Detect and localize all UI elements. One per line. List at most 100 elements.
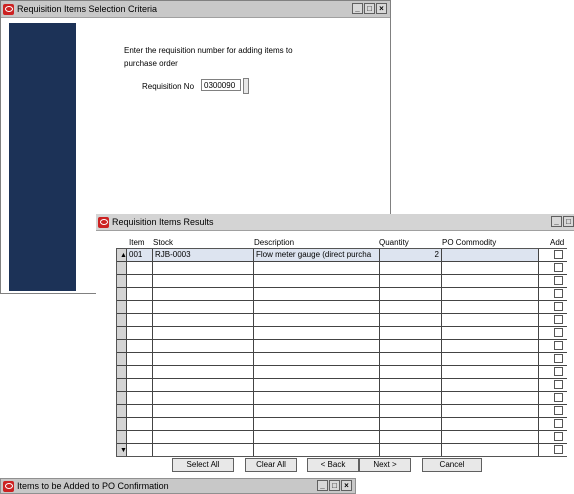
item-cell[interactable] xyxy=(126,431,152,443)
table-row[interactable] xyxy=(117,418,567,431)
minimize-button[interactable]: _ xyxy=(551,216,562,227)
description-cell[interactable] xyxy=(253,262,379,274)
close-button[interactable]: × xyxy=(341,480,352,491)
stock-cell[interactable] xyxy=(152,275,253,287)
po-commodity-cell[interactable] xyxy=(441,431,539,443)
description-cell[interactable] xyxy=(253,444,379,456)
add-checkbox[interactable] xyxy=(554,263,563,272)
add-checkbox[interactable] xyxy=(554,302,563,311)
item-cell[interactable] xyxy=(126,327,152,339)
item-cell[interactable] xyxy=(126,288,152,300)
item-cell[interactable] xyxy=(126,418,152,430)
po-commodity-cell[interactable] xyxy=(441,353,539,365)
table-row[interactable] xyxy=(117,340,567,353)
back-button[interactable]: < Back xyxy=(307,458,359,472)
item-cell[interactable]: 001 xyxy=(126,249,152,261)
po-commodity-cell[interactable] xyxy=(441,366,539,378)
add-checkbox[interactable] xyxy=(554,315,563,324)
stock-cell[interactable] xyxy=(152,379,253,391)
table-row[interactable]: ▲ 001 RJB-0003 Flow meter gauge (direct pur… xyxy=(117,249,567,262)
stock-cell[interactable] xyxy=(152,431,253,443)
stock-cell[interactable] xyxy=(152,392,253,404)
next-button[interactable]: Next > xyxy=(359,458,411,472)
close-button[interactable]: × xyxy=(376,3,387,14)
item-cell[interactable] xyxy=(126,301,152,313)
maximize-button[interactable]: □ xyxy=(364,3,375,14)
description-cell[interactable] xyxy=(253,405,379,417)
row-indicator[interactable] xyxy=(117,275,126,287)
description-cell[interactable] xyxy=(253,366,379,378)
scroll-up-arrow-icon[interactable]: ▲ xyxy=(119,252,126,259)
add-checkbox[interactable] xyxy=(554,289,563,298)
po-commodity-cell[interactable] xyxy=(441,275,539,287)
quantity-cell[interactable] xyxy=(379,379,441,391)
table-row[interactable] xyxy=(117,379,567,392)
table-row[interactable] xyxy=(117,405,567,418)
po-commodity-cell[interactable] xyxy=(441,301,539,313)
description-cell[interactable] xyxy=(253,418,379,430)
table-row[interactable] xyxy=(117,262,567,275)
add-checkbox[interactable] xyxy=(554,380,563,389)
quantity-cell[interactable] xyxy=(379,418,441,430)
quantity-cell[interactable] xyxy=(379,405,441,417)
item-cell[interactable] xyxy=(126,353,152,365)
po-commodity-cell[interactable] xyxy=(441,418,539,430)
quantity-cell[interactable] xyxy=(379,262,441,274)
requisition-lookup-button[interactable] xyxy=(243,78,249,94)
maximize-button[interactable]: □ xyxy=(329,480,340,491)
quantity-cell[interactable] xyxy=(379,366,441,378)
item-cell[interactable] xyxy=(126,379,152,391)
title-bar[interactable]: Requisition Items Results _ □ xyxy=(96,214,574,231)
description-cell[interactable] xyxy=(253,379,379,391)
po-commodity-cell[interactable] xyxy=(441,262,539,274)
po-commodity-cell[interactable] xyxy=(441,405,539,417)
table-row[interactable] xyxy=(117,431,567,444)
quantity-cell[interactable] xyxy=(379,301,441,313)
table-row[interactable] xyxy=(117,314,567,327)
description-cell[interactable] xyxy=(253,431,379,443)
item-cell[interactable] xyxy=(126,444,152,456)
minimize-button[interactable]: _ xyxy=(352,3,363,14)
row-indicator[interactable] xyxy=(117,418,126,430)
row-indicator[interactable] xyxy=(117,301,126,313)
po-commodity-cell[interactable] xyxy=(441,444,539,456)
stock-cell[interactable] xyxy=(152,314,253,326)
stock-cell[interactable] xyxy=(152,327,253,339)
title-bar[interactable]: Items to be Added to PO Confirmation _ □… xyxy=(1,479,355,493)
row-indicator[interactable]: ▼ xyxy=(117,444,126,456)
cancel-button[interactable]: Cancel xyxy=(422,458,482,472)
stock-cell[interactable] xyxy=(152,353,253,365)
row-indicator[interactable] xyxy=(117,392,126,404)
quantity-cell[interactable] xyxy=(379,340,441,352)
stock-cell[interactable] xyxy=(152,366,253,378)
stock-cell[interactable] xyxy=(152,301,253,313)
row-indicator[interactable] xyxy=(117,353,126,365)
clear-all-button[interactable]: Clear All xyxy=(245,458,297,472)
quantity-cell[interactable] xyxy=(379,314,441,326)
table-row[interactable] xyxy=(117,392,567,405)
add-checkbox[interactable] xyxy=(554,354,563,363)
table-row[interactable] xyxy=(117,327,567,340)
title-bar[interactable]: Requisition Items Selection Criteria _ □… xyxy=(1,1,390,18)
quantity-cell[interactable]: 2 xyxy=(379,249,441,261)
add-checkbox[interactable] xyxy=(554,341,563,350)
row-indicator[interactable] xyxy=(117,288,126,300)
quantity-cell[interactable] xyxy=(379,444,441,456)
table-row[interactable] xyxy=(117,301,567,314)
table-row[interactable]: ▼ xyxy=(117,444,567,456)
select-all-button[interactable]: Select All xyxy=(172,458,234,472)
quantity-cell[interactable] xyxy=(379,392,441,404)
po-commodity-cell[interactable] xyxy=(441,249,539,261)
table-row[interactable] xyxy=(117,275,567,288)
po-commodity-cell[interactable] xyxy=(441,340,539,352)
description-cell[interactable]: Flow meter gauge (direct purcha xyxy=(253,249,379,261)
row-indicator[interactable] xyxy=(117,366,126,378)
add-checkbox[interactable] xyxy=(554,328,563,337)
minimize-button[interactable]: _ xyxy=(317,480,328,491)
po-commodity-cell[interactable] xyxy=(441,379,539,391)
description-cell[interactable] xyxy=(253,353,379,365)
add-checkbox[interactable] xyxy=(554,276,563,285)
requisition-number-input[interactable]: 0300090 xyxy=(201,79,241,91)
add-checkbox[interactable] xyxy=(554,250,563,259)
quantity-cell[interactable] xyxy=(379,431,441,443)
